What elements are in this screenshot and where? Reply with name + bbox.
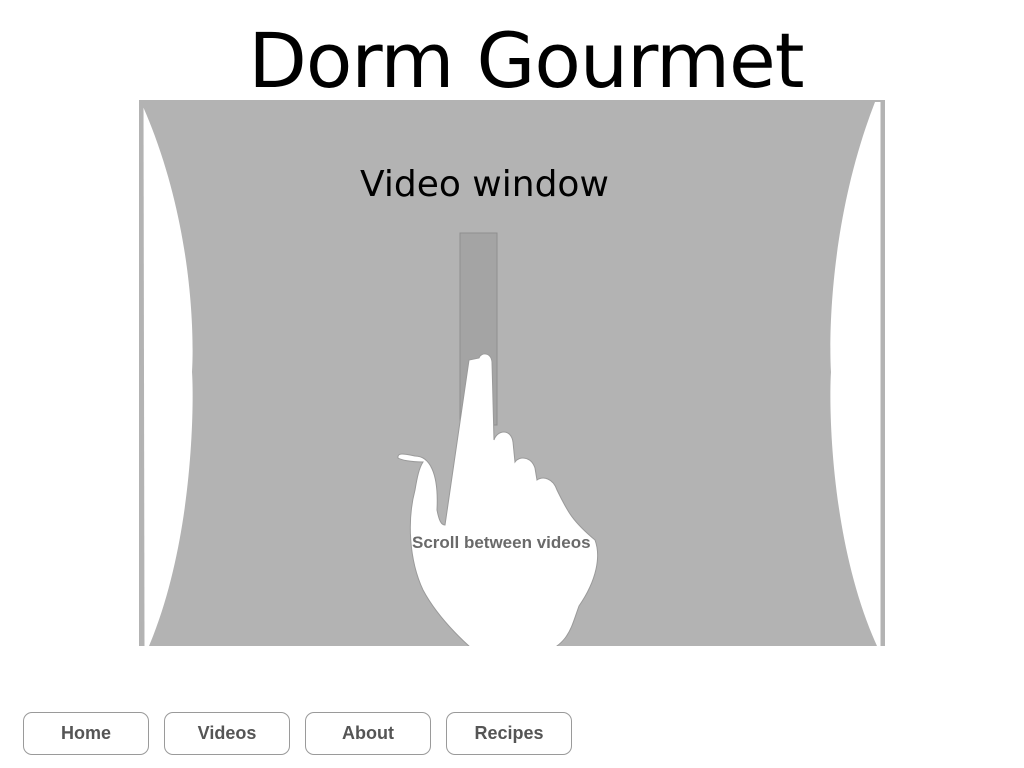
nav-home-button[interactable]: Home (23, 712, 149, 755)
nav-videos-button[interactable]: Videos (164, 712, 290, 755)
nav-about-button[interactable]: About (305, 712, 431, 755)
video-window[interactable]: Video window Scroll between videos (139, 100, 885, 646)
nav-recipes-button[interactable]: Recipes (446, 712, 572, 755)
page-title: Dorm Gourmet (248, 16, 804, 105)
video-window-label: Video window (360, 164, 609, 205)
scroll-hint-label: Scroll between videos (412, 533, 591, 552)
page: Dorm Gourmet Video window Scroll between… (0, 0, 1024, 768)
